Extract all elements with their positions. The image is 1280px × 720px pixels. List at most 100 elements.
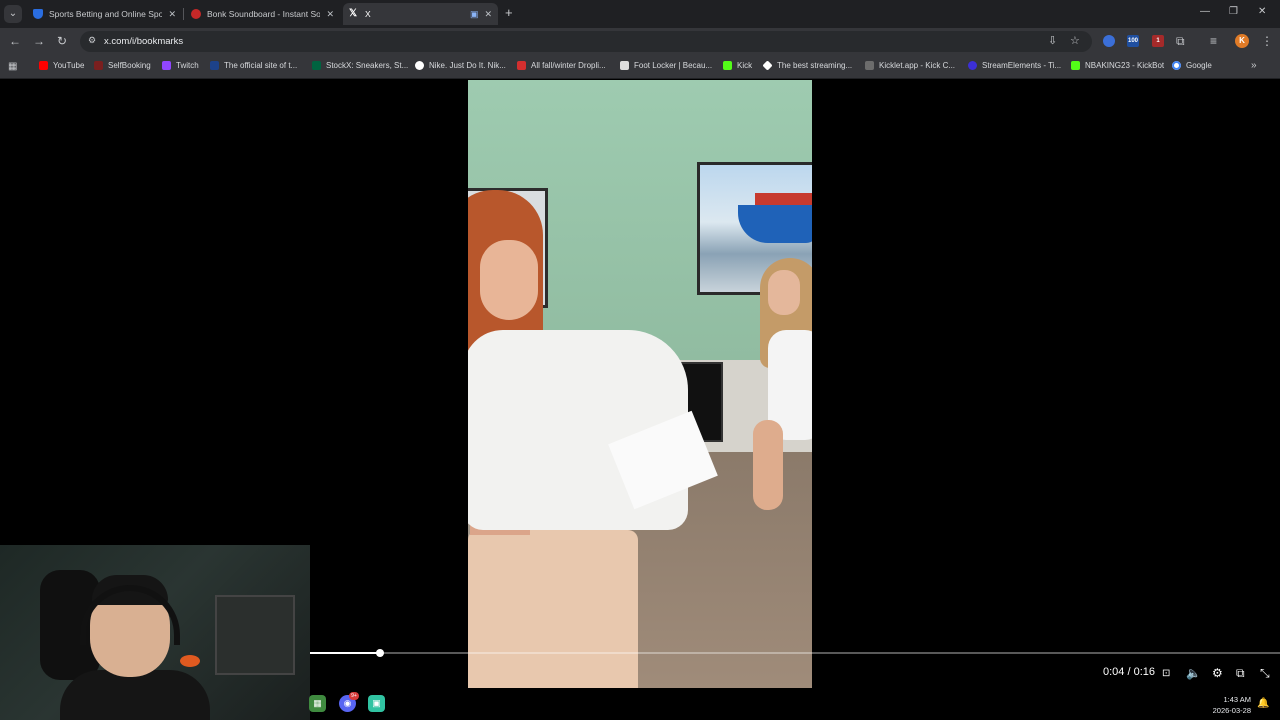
bookmark-dropli[interactable]: All fall/winter Dropli... (517, 61, 606, 70)
apps-grid-icon[interactable]: ▦ (8, 61, 17, 72)
minimize-icon[interactable]: — (1200, 6, 1210, 17)
video-person-two-arm (753, 420, 783, 510)
kickbot-icon (1071, 61, 1080, 70)
video-time: 0:04 / 0:16 (1103, 666, 1155, 678)
bookmark-selfbooking[interactable]: SelfBooking (94, 61, 151, 70)
bookmark-google[interactable]: Google (1172, 61, 1212, 70)
tab-close-icon[interactable]: ✕ (168, 9, 176, 20)
menu-kebab-icon[interactable]: ⋮ (1261, 34, 1273, 48)
tab-bonk-soundboard[interactable]: Bonk Soundboard - Instant Sou ✕ (185, 3, 340, 25)
forward-arrow-icon[interactable]: → (33, 34, 45, 48)
bookmark-nba[interactable]: The official site of t... (210, 61, 297, 70)
tab-close-icon[interactable]: ✕ (484, 9, 492, 20)
extension-red-icon[interactable]: 1 (1152, 35, 1164, 47)
soundboard-favicon-icon (191, 9, 201, 19)
tab-search-chevron-icon[interactable]: ⌄ (4, 5, 22, 23)
streamelements-icon (968, 61, 977, 70)
webcam-shelf (215, 595, 295, 675)
twitch-icon (162, 61, 171, 70)
tab-separator (183, 8, 184, 20)
webcam-light (180, 655, 200, 667)
youtube-icon (39, 61, 48, 70)
stockx-icon (312, 61, 321, 70)
extension-counter-icon[interactable]: 100 (1127, 35, 1139, 47)
nba-icon (210, 61, 219, 70)
bookmark-label: Kick (737, 61, 753, 70)
bookmark-streaming[interactable]: The best streaming... (762, 60, 853, 71)
bookmark-star-icon[interactable]: ☆ (1070, 34, 1080, 47)
video-progress-handle[interactable] (375, 649, 384, 657)
settings-gear-icon[interactable]: ⚙ (1212, 666, 1223, 680)
extensions-puzzle-icon[interactable]: ⧉ (1176, 34, 1185, 49)
install-app-icon[interactable]: ⇩ (1048, 34, 1057, 47)
video-person-two-face (768, 270, 800, 315)
bookmark-kick[interactable]: Kick (723, 61, 752, 70)
bookmark-label: Google (1186, 61, 1212, 70)
bookmark-label: The best streaming... (777, 61, 853, 70)
profile-avatar[interactable]: K (1235, 34, 1249, 48)
tab-title: X (365, 9, 371, 19)
bookmark-label: YouTube (53, 61, 85, 70)
clock-time: 1:43 AM (1223, 695, 1251, 704)
bookmark-label: All fall/winter Dropli... (531, 61, 606, 70)
video-progress-bar[interactable] (308, 649, 1280, 657)
bookmark-label: NBAKING23 - KickBot (1085, 61, 1165, 70)
google-icon (1172, 61, 1181, 70)
bookmarks-bar: ▦ YouTube SelfBooking Twitch The officia… (0, 55, 1280, 79)
video-person-one-face (480, 240, 538, 320)
volume-icon[interactable]: 🔈 (1186, 666, 1201, 680)
video-time-separator: / (1127, 666, 1131, 678)
taskbar-clock[interactable]: 1:43 AM 2026-03-28 (1213, 694, 1251, 716)
bookmark-kicklet[interactable]: Kicklet.app - Kick C... (865, 61, 955, 70)
bookmark-stockx[interactable]: StockX: Sneakers, St... (312, 61, 408, 70)
bookmark-youtube[interactable]: YouTube (39, 61, 84, 70)
close-window-icon[interactable]: ✕ (1258, 6, 1266, 17)
bookmark-label: SelfBooking (108, 61, 151, 70)
screen-share-icon: ▣ (469, 8, 479, 19)
bookmark-label: StockX: Sneakers, St... (326, 61, 409, 70)
back-arrow-icon[interactable]: ← (9, 34, 21, 48)
kick-icon (723, 61, 732, 70)
tab-title: Sports Betting and Online Sports (49, 9, 163, 19)
streaming-icon (762, 60, 773, 71)
exit-fullscreen-icon[interactable]: ⤡ (1260, 666, 1270, 681)
reload-icon[interactable]: ↻ (57, 34, 67, 48)
picture-in-picture-icon[interactable]: ⧉ (1236, 666, 1245, 681)
webcam-person-body (60, 670, 210, 720)
browser-toolbar: ← → ↻ ⚙ x.com/i/bookmarks ⇩ ☆ 100 1 ⧉ ≡ … (0, 28, 1280, 55)
tab-sports-betting[interactable]: Sports Betting and Online Sports ✕ (27, 3, 182, 25)
restore-icon[interactable]: ❐ (1229, 6, 1238, 17)
new-tab-icon[interactable]: + (505, 5, 513, 20)
bookmark-label: StreamElements - Ti... (982, 61, 1062, 70)
dropli-icon (517, 61, 526, 70)
kicklet-icon (865, 61, 874, 70)
video-time-current: 0:04 (1103, 666, 1125, 678)
bookmarks-overflow-icon[interactable]: » (1251, 60, 1257, 71)
extension-blue-icon[interactable] (1103, 35, 1115, 47)
bookmark-label: Kicklet.app - Kick C... (879, 61, 956, 70)
minecraft-icon[interactable]: ▦ (309, 695, 326, 712)
shield-favicon-icon (33, 9, 43, 19)
bookmark-label: Twitch (176, 61, 199, 70)
tab-close-icon[interactable]: ✕ (326, 9, 334, 20)
bookmark-kickbot[interactable]: NBAKING23 - KickBot (1071, 61, 1164, 70)
webcam-overlay (0, 545, 310, 720)
address-bar[interactable]: ⚙ x.com/i/bookmarks ⇩ ☆ (80, 31, 1092, 52)
bookmark-nike[interactable]: Nike. Just Do It. Nik... (415, 61, 506, 70)
tab-x[interactable]: 𝕏 X ▣ ✕ (343, 3, 498, 25)
media-control-icon[interactable]: ≡ (1210, 34, 1217, 48)
selfbooking-icon (94, 61, 103, 70)
video-player[interactable] (468, 80, 812, 688)
site-info-icon[interactable]: ⚙ (88, 35, 96, 46)
video-person-one-skirt (468, 530, 638, 688)
bookmark-twitch[interactable]: Twitch (162, 61, 199, 70)
notification-bell-icon[interactable]: 🔔 (1257, 698, 1269, 709)
video-progress-fill (308, 652, 380, 654)
captions-icon[interactable]: ⊡ (1162, 668, 1170, 679)
clock-date: 2026-03-28 (1212, 706, 1251, 715)
bookmark-streamelements[interactable]: StreamElements - Ti... (968, 61, 1061, 70)
streamlabs-icon[interactable]: ▣ (368, 695, 385, 712)
bookmark-label: Foot Locker | Becau... (634, 61, 713, 70)
bookmark-foot-locker[interactable]: Foot Locker | Becau... (620, 61, 712, 70)
address-url[interactable]: x.com/i/bookmarks (104, 36, 183, 47)
